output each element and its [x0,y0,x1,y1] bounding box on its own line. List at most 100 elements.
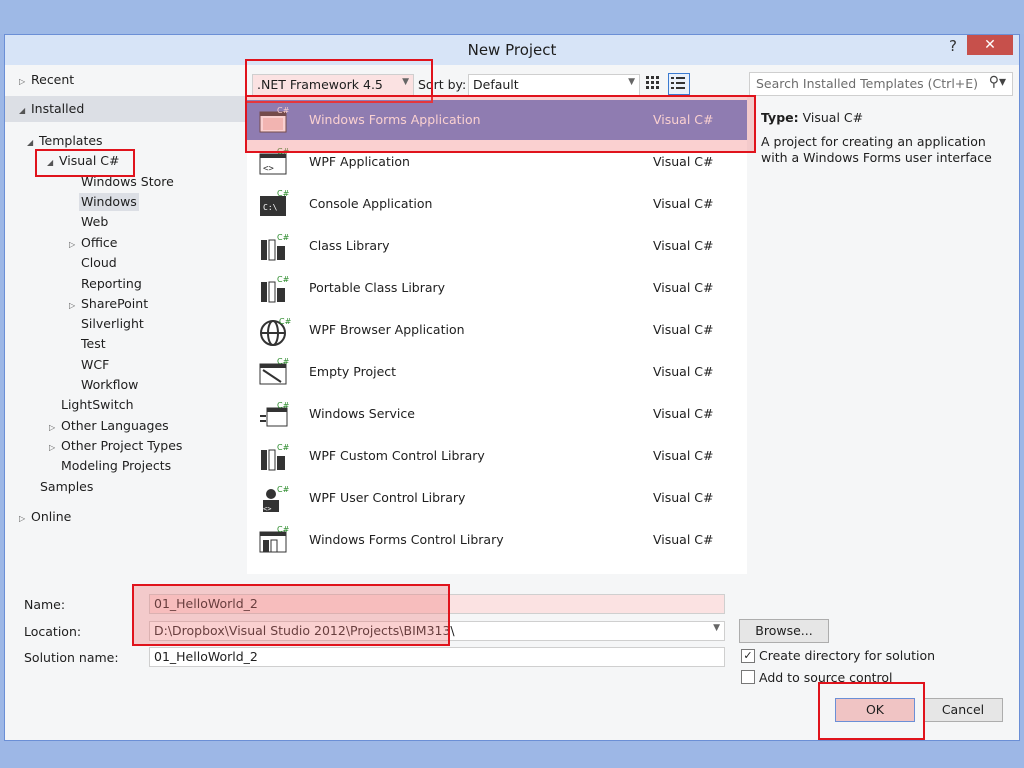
template-list: C# Windows Forms Application Visual C# <… [247,96,747,574]
windows-service-icon: C# [259,400,290,428]
dialog-title: New Project [467,41,557,59]
user-control-icon: <> C# [259,484,290,513]
close-button[interactable]: ✕ [967,35,1013,55]
chevron-down-icon: ◢ [19,106,26,115]
svg-text:C#: C# [277,401,290,410]
tree-item-wcf[interactable]: WCF [81,356,109,374]
create-directory-label: Create directory for solution [759,648,936,663]
browse-button[interactable]: Browse... [739,619,829,643]
template-item-windows-service[interactable]: C# Windows Service Visual C# [247,394,747,434]
chevron-right-icon: ▷ [69,301,76,310]
chevron-right-icon: ▷ [49,443,56,452]
svg-text:C#: C# [277,190,290,198]
tree-item-other-languages[interactable]: ▷ Other Languages [49,417,169,435]
tree-item-workflow[interactable]: Workflow [81,376,138,394]
tree-item-test[interactable]: Test [81,335,106,353]
template-item-wpf-user-control-library[interactable]: <> C# WPF User Control Library Visual C# [247,478,747,518]
globe-icon: C# [259,316,291,346]
svg-text:<>: <> [263,164,274,174]
source-control-label: Add to source control [759,670,893,685]
project-name-input[interactable]: 01_HelloWorld_2 [149,594,725,614]
custom-control-icon: C# [259,442,290,471]
framework-dropdown[interactable]: .NET Framework 4.5 ▼ [252,74,414,96]
svg-text:C#: C# [277,148,290,156]
new-project-dialog: New Project ? ✕ ▷ Recent ◢ Installed ◢ Temp… [4,34,1020,741]
chevron-down-icon: ◢ [27,138,34,147]
tree-item-online[interactable]: ▷ Online [19,508,71,526]
cancel-button[interactable]: Cancel [923,698,1003,722]
grid-view-icon[interactable] [644,74,664,94]
tree-item-samples[interactable]: Samples [40,478,93,496]
chevron-right-icon: ▷ [69,240,76,249]
tree-item-other-project-types[interactable]: ▷ Other Project Types [49,437,182,455]
ok-button[interactable]: OK [835,698,915,722]
svg-text:C#: C# [279,317,291,326]
template-item-windows-forms-application[interactable]: C# Windows Forms Application Visual C# [247,100,747,140]
sort-label: Sort by: [418,77,467,92]
sort-dropdown[interactable]: Default ▼ [468,74,640,96]
template-item-empty-project[interactable]: C# Empty Project Visual C# [247,352,747,392]
title-bar: New Project ? ✕ [5,35,1019,65]
template-description: A project for creating an application wi… [761,134,992,165]
svg-text:C#: C# [277,485,290,494]
chevron-right-icon: ▷ [49,423,56,432]
tree-item-silverlight[interactable]: Silverlight [81,315,144,333]
dropdown-arrow-icon: ▼ [713,623,720,633]
tree-item-templates[interactable]: ◢ Templates [27,132,103,150]
tree-item-installed[interactable]: ◢ Installed [19,100,84,118]
svg-text:C#: C# [277,233,290,242]
solution-name-label: Solution name: [24,650,119,665]
tree-item-windows-store[interactable]: Windows Store [81,173,174,191]
svg-text:C:\: C:\ [263,203,278,212]
create-directory-checkbox[interactable]: ✓ [741,649,755,663]
wpf-app-icon: <> C# [259,148,290,176]
dropdown-arrow-icon: ▼ [628,77,635,87]
solution-name-input[interactable]: 01_HelloWorld_2 [149,647,725,667]
source-control-checkbox[interactable] [741,670,755,684]
search-icon[interactable]: ⚲▾ [989,74,1006,90]
dropdown-arrow-icon: ▼ [402,77,409,87]
location-label: Location: [24,624,82,639]
chevron-right-icon: ▷ [19,514,26,523]
empty-project-icon: C# [259,358,290,386]
tree-item-office[interactable]: ▷ Office [69,234,118,252]
template-item-windows-forms-control-library[interactable]: C# Windows Forms Control Library Visual … [247,520,747,560]
svg-text:C#: C# [277,358,290,366]
windows-forms-icon: C# [259,106,290,134]
forms-control-icon: C# [259,526,290,554]
tree-item-cloud[interactable]: Cloud [81,254,117,272]
search-input[interactable]: Search Installed Templates (Ctrl+E) ⚲▾ [749,72,1013,96]
tree-item-modeling-projects[interactable]: Modeling Projects [61,457,171,475]
tree-item-recent[interactable]: ▷ Recent [19,71,74,89]
portable-class-library-icon: C# [259,274,290,303]
project-form: Name: 01_HelloWorld_2 Location: D:\Dropb… [5,575,1019,740]
template-item-class-library[interactable]: C# Class Library Visual C# [247,226,747,266]
location-input[interactable]: D:\Dropbox\Visual Studio 2012\Projects\B… [149,621,725,641]
list-view-icon[interactable] [668,73,690,95]
name-label: Name: [24,597,66,612]
template-item-wpf-browser-application[interactable]: C# WPF Browser Application Visual C# [247,310,747,350]
tree-item-visual-csharp[interactable]: ◢ Visual C# [47,152,120,170]
tree-item-lightswitch[interactable]: LightSwitch [61,396,134,414]
details-pane: Search Installed Templates (Ctrl+E) ⚲▾ T… [749,72,1015,575]
tree-item-web[interactable]: Web [81,213,108,231]
desktop-background [0,0,1024,34]
svg-text:C#: C# [277,526,290,534]
tree-item-reporting[interactable]: Reporting [81,275,142,293]
console-icon: C:\ C# [259,190,290,218]
svg-text:C#: C# [277,106,290,115]
template-item-console-application[interactable]: C:\ C# Console Application Visual C# [247,184,747,224]
template-type: Type: Visual C# [761,110,864,125]
chevron-right-icon: ▷ [19,77,26,86]
tree-item-sharepoint[interactable]: ▷ SharePoint [69,295,148,313]
template-item-portable-class-library[interactable]: C# Portable Class Library Visual C# [247,268,747,308]
chevron-down-icon: ◢ [47,158,54,167]
svg-text:C#: C# [277,443,290,452]
svg-text:<>: <> [263,505,271,513]
svg-text:C#: C# [277,275,290,284]
tree-item-windows[interactable]: Windows [79,193,139,211]
template-item-wpf-application[interactable]: <> C# WPF Application Visual C# [247,142,747,182]
template-toolbar: .NET Framework 4.5 ▼ Sort by: Default ▼ [247,72,747,96]
template-item-wpf-custom-control-library[interactable]: C# WPF Custom Control Library Visual C# [247,436,747,476]
help-button[interactable]: ? [943,37,963,57]
